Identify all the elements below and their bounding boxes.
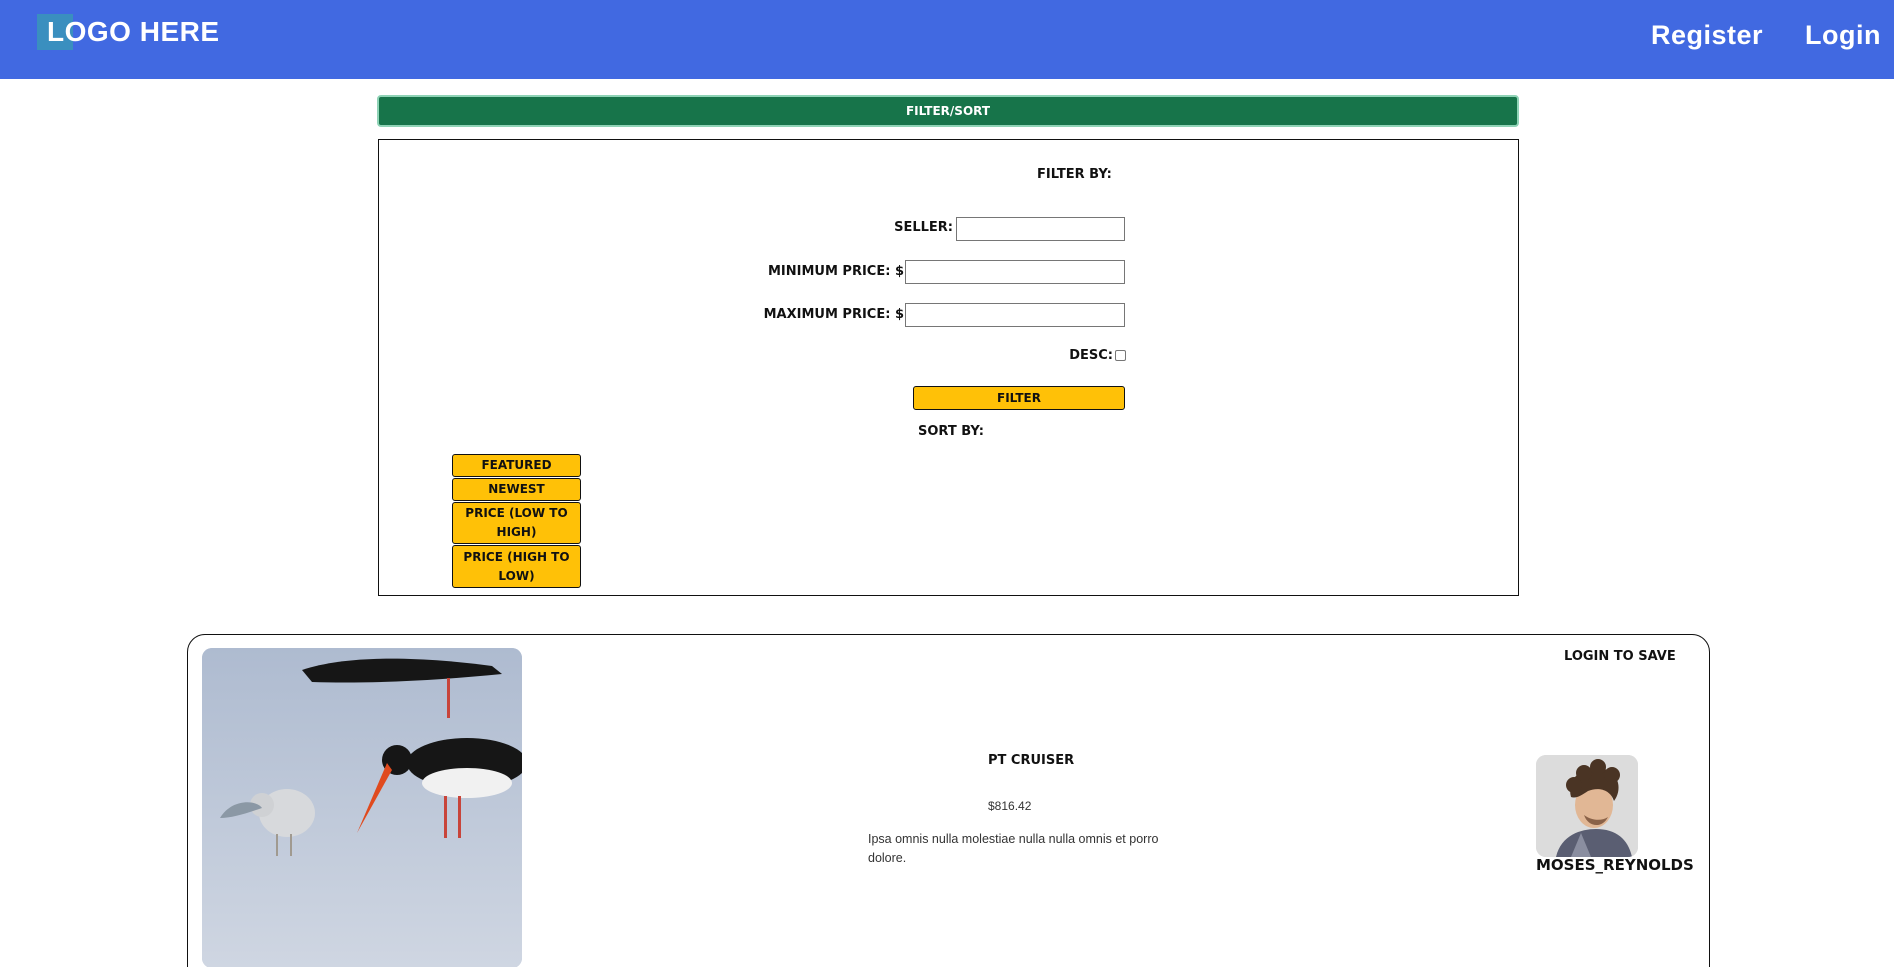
- login-to-save-link[interactable]: Login to save: [1564, 649, 1676, 664]
- seller-input[interactable]: [956, 217, 1125, 241]
- filter-sort-toggle-button[interactable]: Filter/Sort: [377, 95, 1519, 127]
- logo-text: LOGO HERE: [47, 16, 220, 47]
- seller-username[interactable]: moses_reynolds: [1536, 856, 1694, 874]
- max-price-input[interactable]: [905, 303, 1125, 327]
- login-link[interactable]: Login: [1805, 20, 1881, 51]
- seller-avatar[interactable]: [1536, 755, 1638, 857]
- listing-price: $816.42: [988, 799, 1032, 813]
- sort-price-high-low-button[interactable]: Price (high to low): [452, 545, 581, 588]
- seller-label: Seller:: [894, 220, 953, 235]
- sort-price-low-high-button[interactable]: Price (low to high): [452, 502, 581, 544]
- bird-photo-image: [202, 648, 522, 967]
- min-price-input[interactable]: [905, 260, 1125, 284]
- register-link[interactable]: Register: [1651, 20, 1763, 51]
- listing-card[interactable]: Login to save PT Cruiser $816.42 Ipsa om…: [187, 634, 1710, 967]
- listing-title[interactable]: PT Cruiser: [988, 753, 1074, 768]
- desc-label: Desc:: [1069, 348, 1113, 363]
- filter-button[interactable]: Filter: [913, 386, 1125, 410]
- min-price-label: Minimum Price: $: [767, 264, 904, 279]
- sort-newest-button[interactable]: Newest: [452, 478, 581, 501]
- max-price-label: Maximum Price: $: [763, 307, 904, 322]
- top-navbar: LOGO HERE Register Login: [0, 0, 1894, 79]
- filter-by-heading: Filter by:: [1037, 167, 1112, 182]
- sort-by-heading: Sort by:: [918, 424, 984, 439]
- sort-featured-button[interactable]: Featured: [452, 454, 581, 477]
- desc-checkbox[interactable]: [1115, 350, 1126, 361]
- listing-description: Ipsa omnis nulla molestiae nulla nulla o…: [868, 832, 1159, 865]
- filter-panel: Filter by: Seller: Minimum Price: $ Maxi…: [378, 139, 1519, 596]
- listing-photo[interactable]: [202, 648, 522, 967]
- seller-avatar-image: [1536, 755, 1638, 857]
